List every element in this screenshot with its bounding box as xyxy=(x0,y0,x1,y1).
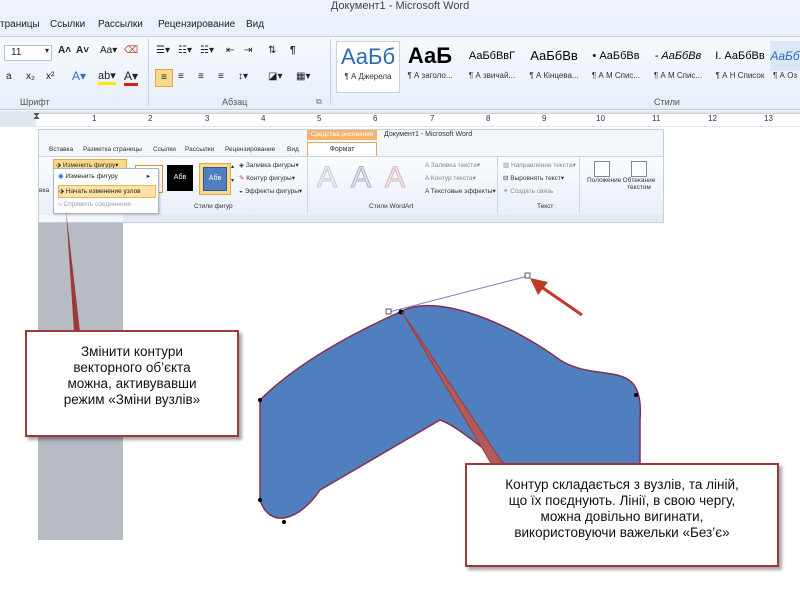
callout-left-pointer xyxy=(66,210,80,332)
callout-right: Контур складається з вузлів, та ліній, щ… xyxy=(465,463,779,567)
shape-node[interactable] xyxy=(258,498,262,502)
shape-node[interactable] xyxy=(282,520,286,524)
bezier-handle-point[interactable] xyxy=(524,272,531,279)
bezier-handle-line xyxy=(388,275,529,313)
shape-node[interactable] xyxy=(634,393,638,397)
pointer-arrow-head xyxy=(530,278,548,295)
bezier-handle-point[interactable] xyxy=(385,308,392,315)
callout-left: Змінити контури векторного об’єкта можна… xyxy=(25,330,239,437)
pointer-arrow xyxy=(539,284,583,317)
shape-node[interactable] xyxy=(258,398,262,402)
